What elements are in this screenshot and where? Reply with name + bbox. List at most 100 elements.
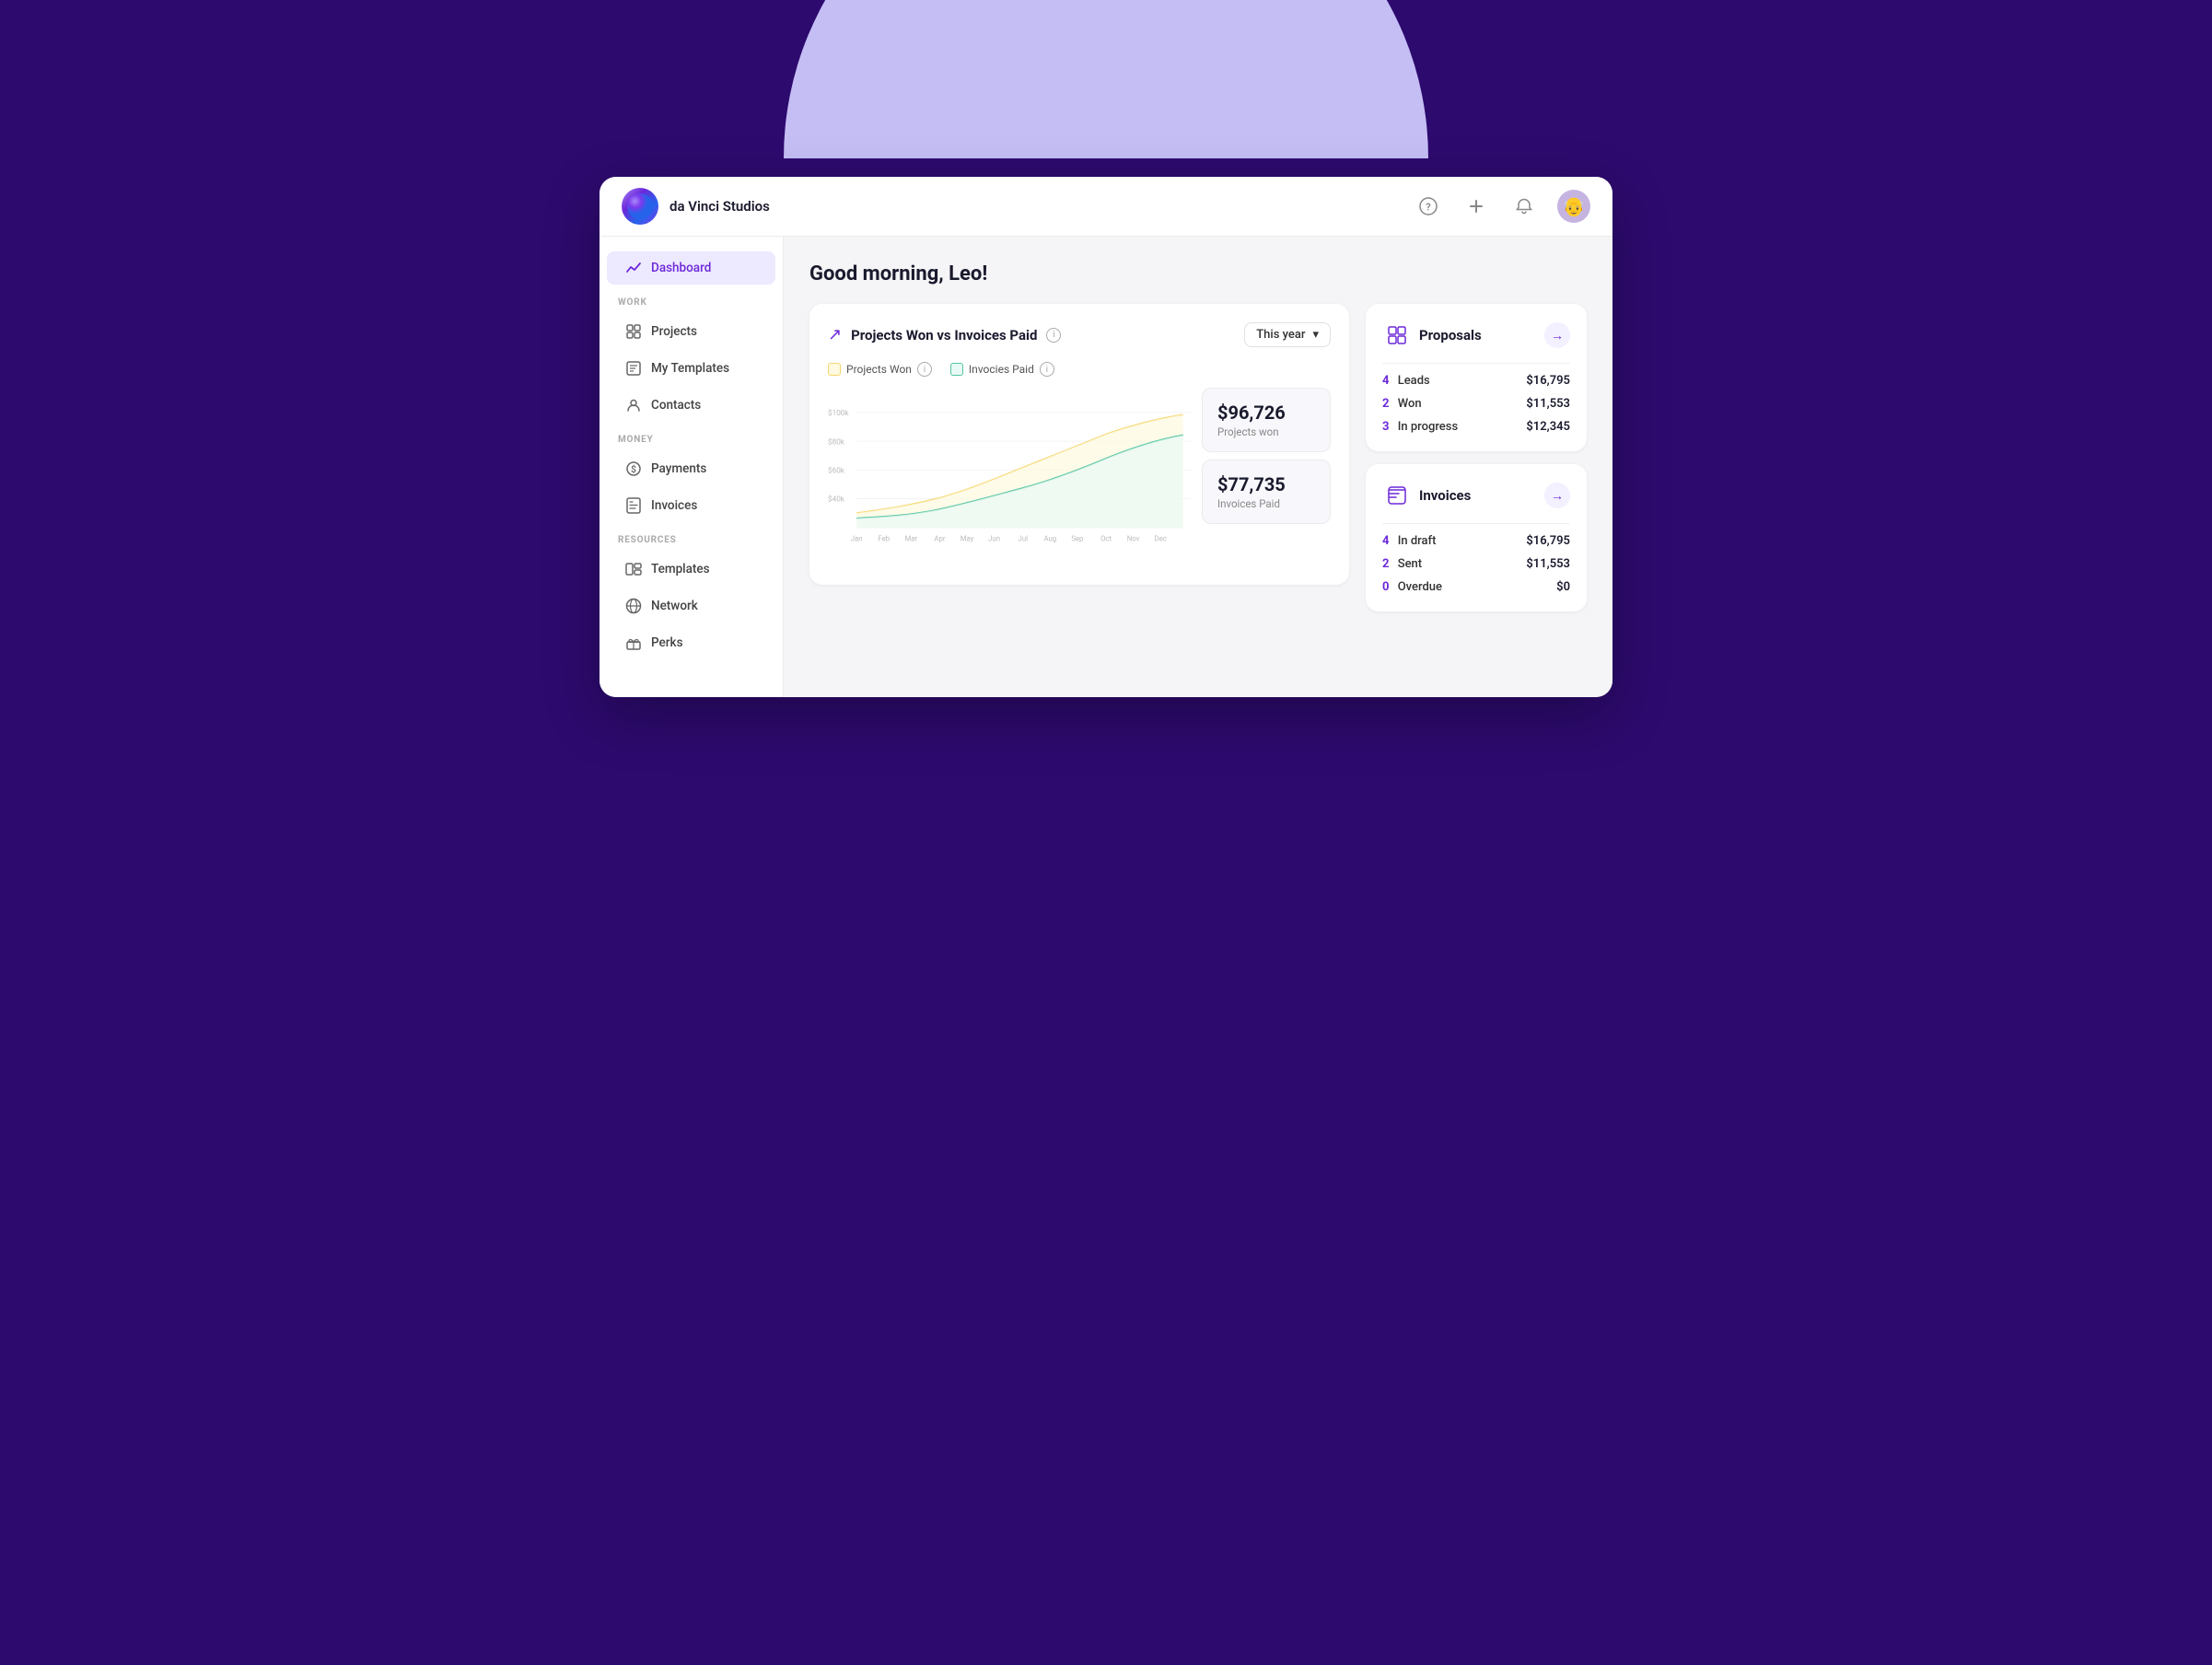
svg-text:Feb: Feb bbox=[878, 534, 890, 542]
projects-icon bbox=[625, 323, 642, 340]
divider2 bbox=[1382, 523, 1570, 524]
sidebar-label-my-templates: My Templates bbox=[651, 361, 729, 376]
row-num: 2 bbox=[1382, 397, 1389, 411]
main-content: Good morning, Leo! ↗ Projects Won vs Inv… bbox=[784, 237, 1612, 697]
sidebar-item-templates[interactable]: Templates bbox=[607, 553, 775, 586]
legend-paid-label: Invocies Paid bbox=[969, 363, 1034, 376]
sidebar-label-payments: Payments bbox=[651, 461, 706, 476]
stat-paid-label: Invoices Paid bbox=[1217, 497, 1315, 510]
add-icon[interactable] bbox=[1461, 192, 1491, 221]
sidebar: Dashboard WORK Projects bbox=[600, 237, 784, 697]
svg-text:$: $ bbox=[631, 463, 636, 475]
invoices-icon bbox=[625, 497, 642, 514]
sidebar-item-payments[interactable]: $ Payments bbox=[607, 452, 775, 485]
proposals-rows: 4 Leads $16,795 2 Won $11,553 3 In progr… bbox=[1382, 369, 1570, 438]
chart-title: Projects Won vs Invoices Paid bbox=[851, 327, 1037, 343]
sidebar-item-dashboard[interactable]: Dashboard bbox=[607, 251, 775, 285]
row-value: $11,553 bbox=[1526, 557, 1570, 571]
row-label: Won bbox=[1398, 397, 1422, 411]
svg-text:$80k: $80k bbox=[828, 437, 845, 447]
svg-text:Aug: Aug bbox=[1043, 534, 1056, 542]
resources-section-label: RESOURCES bbox=[600, 526, 783, 549]
studio-name: da Vinci Studios bbox=[669, 198, 770, 215]
svg-text:$100k: $100k bbox=[828, 408, 849, 418]
topbar: da Vinci Studios ? 👴 bbox=[600, 177, 1612, 237]
row-label: Leads bbox=[1398, 374, 1430, 388]
svg-text:Jan: Jan bbox=[851, 534, 863, 542]
avatar[interactable]: 👴 bbox=[1557, 190, 1590, 223]
chart-info-icon[interactable]: i bbox=[1046, 328, 1061, 343]
legend-won-label: Projects Won bbox=[846, 363, 912, 376]
panel-row-content: 4 In draft bbox=[1382, 534, 1436, 548]
row-value: $0 bbox=[1556, 580, 1570, 594]
chart-svg: $100k $80k $60k $40k bbox=[828, 388, 1191, 563]
sidebar-label-invoices: Invoices bbox=[651, 498, 697, 513]
panel-row-content: 2 Won bbox=[1382, 397, 1422, 411]
work-section-label: WORK bbox=[600, 288, 783, 311]
stat-won: $96,726 Projects won bbox=[1202, 388, 1331, 452]
year-selector[interactable]: This year ▾ bbox=[1244, 322, 1331, 347]
sidebar-item-projects[interactable]: Projects bbox=[607, 315, 775, 348]
sidebar-label-perks: Perks bbox=[651, 635, 683, 650]
invoices-header: Invoices → bbox=[1382, 481, 1570, 510]
sidebar-item-network[interactable]: Network bbox=[607, 589, 775, 623]
sidebar-item-invoices[interactable]: Invoices bbox=[607, 489, 775, 522]
chart-legend: Projects Won i Invocies Paid i bbox=[828, 362, 1331, 377]
row-label: Sent bbox=[1398, 557, 1422, 571]
sidebar-item-perks[interactable]: Perks bbox=[607, 626, 775, 659]
row-label: In draft bbox=[1398, 534, 1437, 548]
row-num: 4 bbox=[1382, 374, 1389, 388]
hero-area: wethos bbox=[0, 0, 2212, 158]
sidebar-label-projects: Projects bbox=[651, 324, 697, 339]
sidebar-label-templates: Templates bbox=[651, 562, 710, 576]
proposal-row: 2 Won $11,553 bbox=[1382, 392, 1570, 415]
svg-text:Mar: Mar bbox=[904, 534, 917, 542]
topbar-left: da Vinci Studios bbox=[622, 188, 770, 225]
legend-won-box bbox=[828, 363, 841, 376]
chart-trend-icon: ↗ bbox=[828, 325, 842, 344]
proposal-row: 4 Leads $16,795 bbox=[1382, 369, 1570, 392]
row-num: 2 bbox=[1382, 557, 1389, 571]
row-num: 4 bbox=[1382, 534, 1389, 548]
svg-text:Dec: Dec bbox=[1155, 534, 1167, 542]
money-section-label: MONEY bbox=[600, 425, 783, 448]
sidebar-item-contacts[interactable]: Contacts bbox=[607, 389, 775, 422]
proposals-header: Proposals → bbox=[1382, 320, 1570, 350]
chart-area: $100k $80k $60k $40k bbox=[828, 388, 1331, 566]
svg-text:Sep: Sep bbox=[1071, 534, 1084, 542]
chart-header: ↗ Projects Won vs Invoices Paid i This y… bbox=[828, 322, 1331, 347]
stat-won-label: Projects won bbox=[1217, 425, 1315, 438]
sidebar-label-dashboard: Dashboard bbox=[651, 261, 711, 275]
panel-row-content: 3 In progress bbox=[1382, 420, 1458, 434]
chart-title-group: ↗ Projects Won vs Invoices Paid i bbox=[828, 325, 1061, 344]
app-body: Dashboard WORK Projects bbox=[600, 237, 1612, 697]
legend-won-info[interactable]: i bbox=[917, 362, 932, 377]
help-icon[interactable]: ? bbox=[1414, 192, 1443, 221]
panel-row-content: 4 Leads bbox=[1382, 374, 1430, 388]
row-value: $11,553 bbox=[1526, 397, 1570, 411]
notifications-icon[interactable] bbox=[1509, 192, 1539, 221]
invoices-arrow[interactable]: → bbox=[1544, 483, 1570, 508]
proposals-icon bbox=[1382, 320, 1412, 350]
hero-circle bbox=[784, 0, 1428, 158]
invoices-title-group: Invoices bbox=[1382, 481, 1471, 510]
row-value: $16,795 bbox=[1526, 374, 1570, 388]
svg-text:?: ? bbox=[1426, 202, 1430, 214]
stat-won-amount: $96,726 bbox=[1217, 402, 1315, 424]
perks-icon bbox=[625, 635, 642, 651]
sidebar-label-contacts: Contacts bbox=[651, 398, 701, 413]
invoices-panel-title: Invoices bbox=[1419, 487, 1471, 504]
proposals-arrow[interactable]: → bbox=[1544, 322, 1570, 348]
network-icon bbox=[625, 598, 642, 614]
legend-paid-info[interactable]: i bbox=[1040, 362, 1054, 377]
svg-text:Jun: Jun bbox=[988, 534, 1000, 542]
proposals-title-group: Proposals bbox=[1382, 320, 1482, 350]
legend-paid: Invocies Paid i bbox=[950, 362, 1054, 377]
right-panel: Proposals → 4 Leads $16,795 2 Won $11,55… bbox=[1366, 304, 1587, 611]
logo-icon bbox=[622, 188, 658, 225]
chart-card: ↗ Projects Won vs Invoices Paid i This y… bbox=[809, 304, 1349, 585]
panel-row-content: 0 Overdue bbox=[1382, 580, 1442, 594]
invoices-card: Invoices → 4 In draft $16,795 2 Sent $11… bbox=[1366, 464, 1587, 611]
row-num: 3 bbox=[1382, 420, 1389, 434]
sidebar-item-my-templates[interactable]: My Templates bbox=[607, 352, 775, 385]
